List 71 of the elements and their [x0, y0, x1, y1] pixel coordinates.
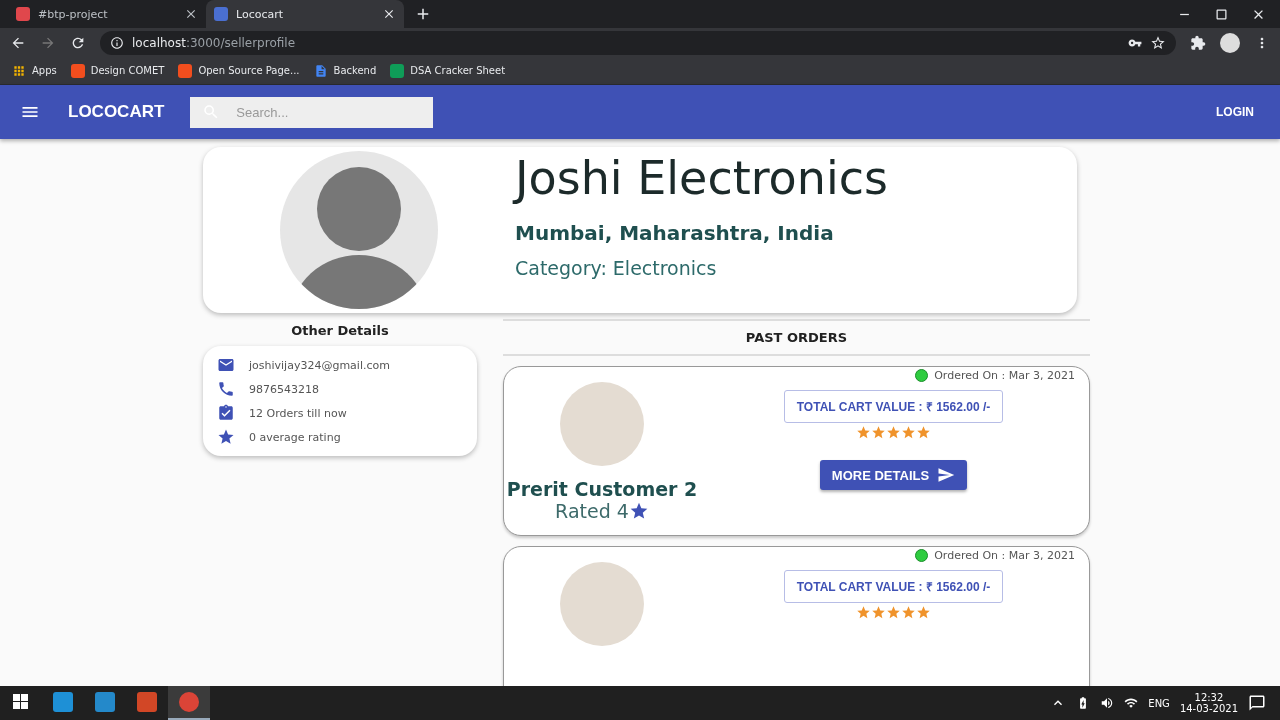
close-icon[interactable]	[382, 7, 396, 21]
bookmark-label: Open Source Page...	[198, 65, 300, 76]
cart-value-label: TOTAL CART VALUE : ₹ 1562.00 /-	[783, 390, 1004, 423]
customer-rating: Rated 4	[555, 500, 629, 522]
star-icon	[901, 425, 916, 440]
status-dot	[915, 549, 929, 562]
login-button[interactable]: LOGIN	[1210, 104, 1260, 120]
wifi-icon[interactable]	[1124, 696, 1139, 710]
windows-logo-icon	[13, 694, 29, 710]
notification-icon[interactable]	[1248, 694, 1266, 712]
send-icon	[937, 466, 956, 484]
favicon-icon	[214, 7, 228, 21]
detail-text: 0 average rating	[249, 430, 341, 444]
tab-title: Lococart	[236, 7, 285, 21]
star-icon	[916, 605, 931, 620]
bookmark-item[interactable]: Apps	[12, 63, 57, 78]
bookmark-item[interactable]: Backend	[313, 63, 377, 78]
order-date: Ordered On : Mar 3, 2021	[934, 369, 1075, 382]
browser-tab[interactable]: Lococart	[206, 0, 404, 28]
clock[interactable]: 12:32 14-03-2021	[1179, 692, 1238, 714]
profile-avatar[interactable]	[1220, 32, 1240, 53]
star-icon	[886, 425, 901, 440]
info-icon	[110, 35, 124, 50]
status-dot	[915, 369, 929, 382]
customer-name: Prerit Customer 2	[506, 478, 698, 500]
app-logo-icon	[95, 692, 115, 712]
star-icon	[901, 605, 916, 620]
favicon-icon	[16, 7, 30, 21]
app-logo-icon	[53, 692, 73, 712]
browser-tab[interactable]: #btp-project	[8, 0, 206, 28]
star-icon	[871, 425, 886, 440]
address-bar[interactable]: localhost:3000/sellerprofile	[100, 30, 1176, 55]
star-icon	[886, 605, 901, 620]
seller-location: Mumbai, Maharashtra, India	[515, 221, 835, 245]
taskbar-app[interactable]	[168, 686, 210, 720]
detail-text: 9876543218	[249, 382, 319, 396]
bookmark-star-icon[interactable]	[1150, 34, 1166, 51]
bookmark-label: Apps	[32, 65, 57, 76]
seller-category: Category: Electronics	[515, 257, 718, 279]
star-icon	[871, 605, 886, 620]
bookmark-item[interactable]: Open Source Page...	[178, 63, 300, 78]
star-icon	[916, 425, 931, 440]
bookmark-item[interactable]: Design COMET	[70, 63, 165, 78]
bookmark-label: Design COMET	[90, 65, 165, 76]
star-icon	[856, 425, 871, 440]
cart-value-label: TOTAL CART VALUE : ₹ 1562.00 /-	[783, 570, 1004, 603]
speaker-icon[interactable]	[1100, 696, 1115, 710]
close-icon[interactable]	[184, 7, 198, 21]
section-title: Other Details	[291, 322, 389, 340]
mail-icon	[217, 356, 235, 374]
brand-logo[interactable]: LOCOCART	[68, 102, 165, 122]
bookmark-label: DSA Cracker Sheet	[410, 65, 506, 76]
bookmark-item[interactable]: DSA Cracker Sheet	[390, 63, 506, 78]
puzzle-icon[interactable]	[1190, 34, 1206, 51]
search-field[interactable]: Search...	[190, 96, 434, 128]
bookmark-label: Backend	[333, 65, 377, 76]
apps-grid-icon	[12, 63, 26, 78]
document-icon	[313, 63, 328, 78]
app-logo-icon	[137, 692, 157, 712]
star-icon	[217, 428, 235, 446]
phone-icon	[217, 380, 235, 398]
order-date: Ordered On : Mar 3, 2021	[934, 549, 1075, 562]
star-icon	[856, 605, 871, 620]
language-indicator[interactable]: ENG	[1148, 697, 1170, 709]
clipboard-check-icon	[217, 404, 235, 422]
section-title: PAST ORDERS	[503, 319, 1090, 356]
tab-title: #btp-project	[38, 7, 109, 21]
app-logo-icon	[179, 692, 199, 712]
detail-text: 12 Orders till now	[249, 406, 347, 420]
detail-text: joshivijay324@gmail.com	[249, 358, 390, 372]
more-details-button[interactable]: MORE DETAILS	[819, 460, 968, 490]
